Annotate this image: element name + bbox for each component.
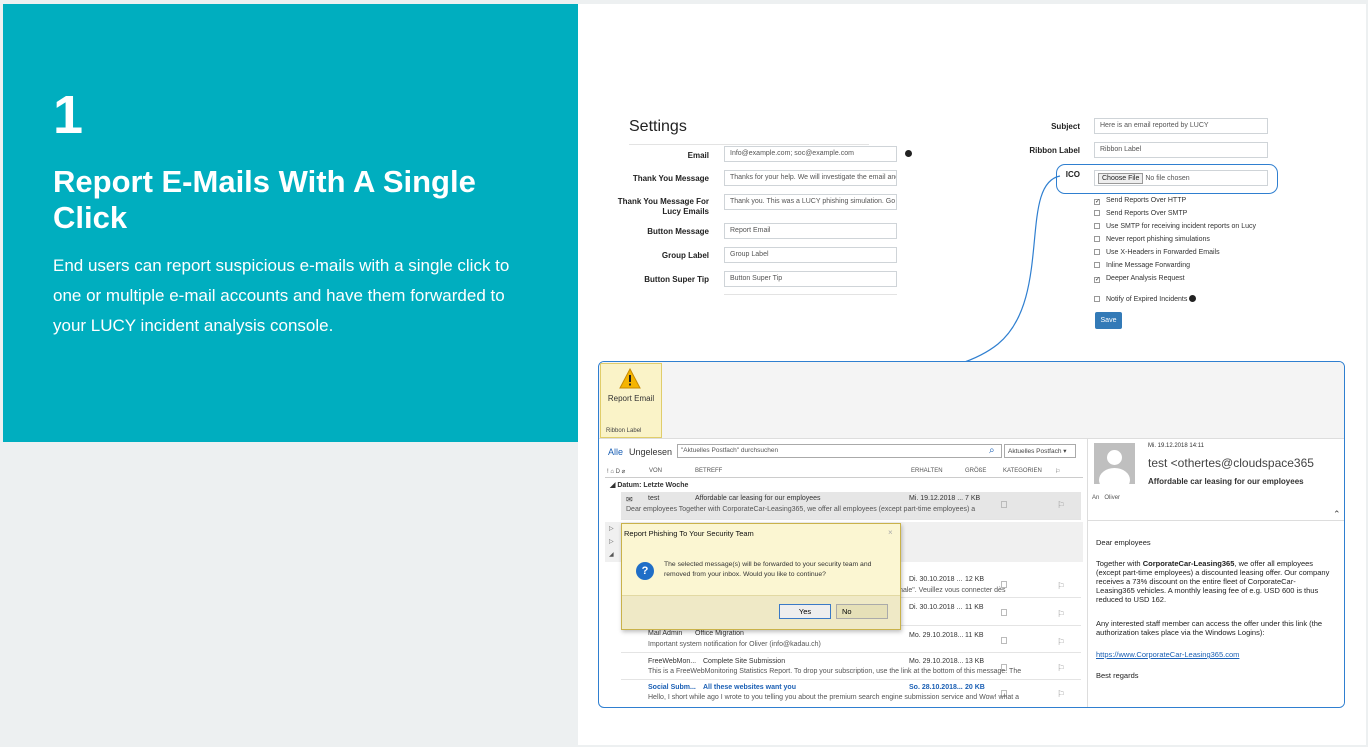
dialog-title: Report Phishing To Your Security Team	[624, 529, 754, 538]
warning-icon	[619, 368, 641, 389]
no-button[interactable]: No	[836, 604, 888, 619]
email-greeting: Dear employees	[1096, 538, 1151, 547]
report-email-button[interactable]: Report Email	[607, 394, 655, 404]
ribbon-group-label: Ribbon Label	[606, 428, 642, 434]
email-closing: Best regards	[1096, 671, 1139, 680]
outlook-window: Report Email Ribbon Label Alle Ungelesen…	[598, 361, 1345, 708]
filter-all[interactable]: Alle	[608, 447, 623, 457]
collapse-icon[interactable]: ⌃	[1333, 509, 1341, 520]
table-row[interactable]: Social Subm... All these websites want y…	[621, 682, 1081, 707]
hero-panel: 1 Report E-Mails With A Single Click End…	[3, 4, 578, 442]
search-icon[interactable]: ⌕	[989, 445, 995, 456]
scope-select[interactable]: Aktuelles Postfach ▾	[1004, 444, 1076, 458]
question-icon: ?	[636, 562, 654, 580]
reading-from: test <othertes@cloudspace365	[1148, 456, 1314, 470]
table-row[interactable]: ✉ test Affordable car leasing for our em…	[621, 492, 1081, 520]
column-header: ! ⌂ D ⌀ VON BETREFF ERHALTEN GRÖßE KATEG…	[605, 467, 1083, 478]
step-number: 1	[53, 85, 84, 145]
flag-icon: ⚐	[1057, 500, 1066, 510]
ribbon	[599, 362, 1344, 439]
dialog-message: The selected message(s) will be forwarde…	[664, 561, 872, 578]
screenshot-panel: Settings Email Info@example.com; soc@exa…	[578, 4, 1366, 745]
reading-subject: Affordable car leasing for our employees	[1148, 477, 1304, 486]
avatar	[1094, 443, 1135, 484]
hero-description: End users can report suspicious e-mails …	[53, 256, 510, 335]
reading-to: An Oliver	[1092, 495, 1121, 501]
email-link[interactable]: https://www.CorporateCar-Leasing365.com	[1096, 650, 1239, 659]
yes-button[interactable]: Yes	[779, 604, 831, 619]
filter-unread[interactable]: Ungelesen	[629, 447, 672, 457]
table-row[interactable]: Mail Admin Office Migration Mo. 29.10.20…	[621, 628, 1081, 653]
report-phishing-dialog: Report Phishing To Your Security Team × …	[621, 523, 901, 630]
table-row[interactable]: FreeWebMon... Complete Site Submission M…	[621, 655, 1081, 680]
reading-pane: Mi. 19.12.2018 14:11 test <othertes@clou…	[1087, 439, 1344, 707]
email-paragraph-1: Together with CorporateCar-Leasing365, w…	[1096, 559, 1330, 604]
email-paragraph-2: Any interested staff member can access t…	[1096, 619, 1323, 637]
close-icon[interactable]: ×	[888, 528, 893, 537]
envelope-icon: ✉	[626, 495, 633, 504]
reading-date: Mi. 19.12.2018 14:11	[1148, 443, 1204, 449]
hero-title: Report E-Mails With A Single Click	[53, 164, 476, 235]
search-input[interactable]: "Aktuelles Postfach" durchsuchen	[677, 444, 1002, 458]
group-header[interactable]: ◢ Datum: Letzte Woche	[610, 481, 688, 489]
